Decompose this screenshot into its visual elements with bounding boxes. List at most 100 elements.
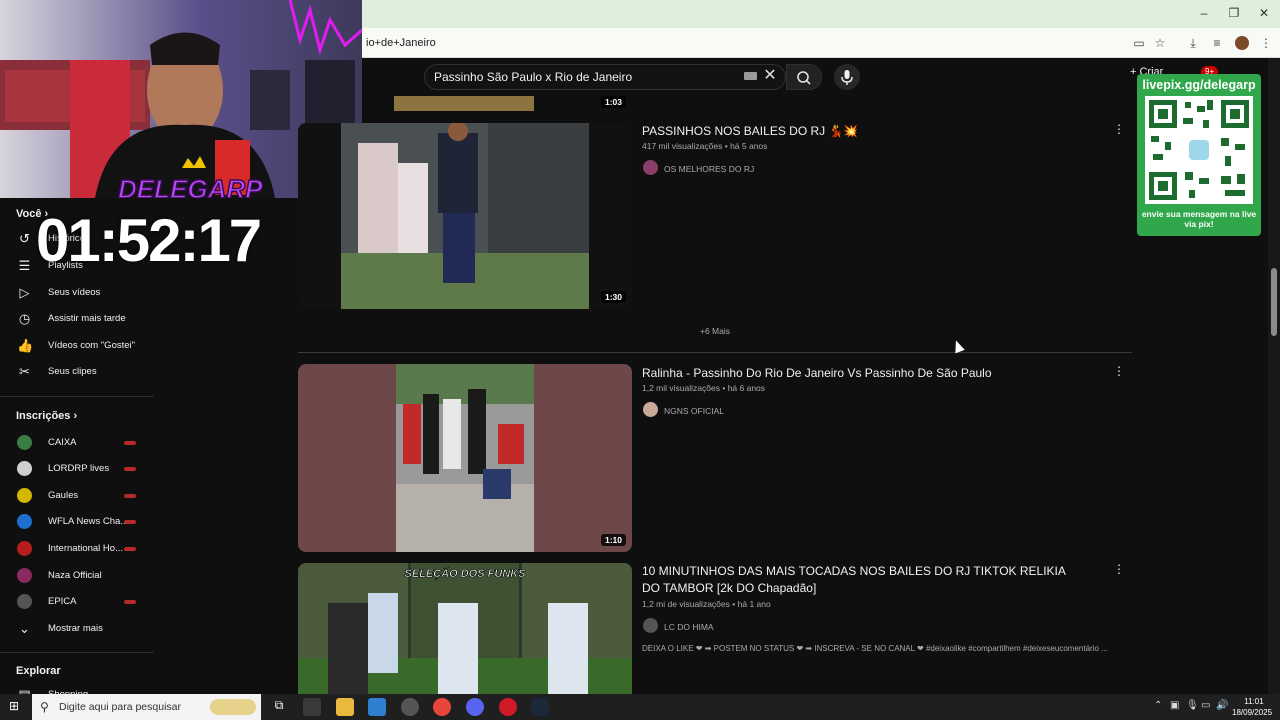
- microphone-icon[interactable]: 🎙: [1186, 700, 1199, 711]
- cast-icon[interactable]: ▭: [1131, 35, 1147, 51]
- sidebar-item-label: LORDRP lives: [48, 463, 110, 474]
- stream-timer: 01:52:17: [36, 207, 262, 274]
- search-icon: [797, 71, 811, 85]
- history-icon: ↺: [19, 231, 30, 246]
- subscription-international[interactable]: International Ho...: [0, 536, 154, 562]
- channel-name-2[interactable]: NGNS OFICIAL: [664, 406, 724, 416]
- streamer-logo: DELEGARP: [118, 174, 263, 198]
- close-window-button[interactable]: ✕: [1257, 6, 1271, 20]
- thumbnail-image: SELEÇÃO DOS FUNKS: [298, 563, 632, 694]
- subscription-caixa[interactable]: CAIXA: [0, 430, 154, 456]
- network-icon[interactable]: ▭: [1201, 700, 1210, 711]
- steam-icon[interactable]: [531, 698, 549, 716]
- view-count: 1,2 mil visualizações: [642, 383, 720, 393]
- sidebar-item-liked-videos[interactable]: 👍 Vídeos com "Gostei": [0, 333, 154, 359]
- video-thumbnail-partial[interactable]: 1:03: [362, 96, 632, 111]
- channel-avatar[interactable]: [643, 402, 658, 417]
- task-view-icon[interactable]: ⧉: [270, 698, 288, 716]
- bookmark-star-icon[interactable]: ☆: [1152, 35, 1168, 51]
- video-title-1[interactable]: PASSINHOS NOS BAILES DO RJ 💃💥: [642, 123, 1082, 140]
- playlists-icon: ☰: [18, 258, 31, 273]
- video-title-3[interactable]: 10 MINUTINHOS DAS MAIS TOCADAS NOS BAILE…: [642, 563, 1082, 597]
- thumbnail-image: [341, 123, 589, 309]
- explore-title: Explorar: [16, 665, 61, 677]
- video-title-2[interactable]: Ralinha - Passinho Do Rio De Janeiro Vs …: [642, 365, 1082, 382]
- live-indicator: [124, 467, 136, 471]
- more-options-icon[interactable]: ⋮: [1113, 122, 1125, 136]
- sidebar-item-label: EPICA: [48, 596, 77, 607]
- sidebar-item-label: WFLA News Cha...: [48, 516, 129, 527]
- url-text[interactable]: io+de+Janeiro: [366, 37, 436, 49]
- subscription-epica[interactable]: EPICA: [0, 589, 154, 615]
- clips-icon: ✂: [19, 364, 30, 379]
- restore-button[interactable]: ❐: [1227, 6, 1241, 20]
- app-icon[interactable]: [499, 698, 517, 716]
- video-thumbnail-3[interactable]: SELEÇÃO DOS FUNKS: [298, 563, 632, 694]
- taskbar-search-placeholder: Digite aqui para pesquisar: [59, 701, 181, 713]
- media-control-icon[interactable]: ≡: [1209, 35, 1225, 51]
- sidebar-divider: [0, 396, 154, 397]
- subscription-gaules[interactable]: Gaules: [0, 483, 154, 509]
- clear-search-icon[interactable]: ✕: [762, 66, 778, 86]
- scrollbar-track[interactable]: [1268, 58, 1280, 694]
- thumbnail-logo-text: SELEÇÃO DOS FUNKS: [404, 567, 526, 580]
- download-icon[interactable]: ⤓: [1185, 35, 1201, 51]
- channel-name-1[interactable]: OS MELHORES DO RJ: [664, 164, 754, 174]
- app-icon[interactable]: [401, 698, 419, 716]
- channel-avatar[interactable]: [643, 618, 658, 633]
- weather-widget-icon[interactable]: [210, 699, 256, 715]
- video-thumbnail-1[interactable]: 1:30: [298, 123, 632, 309]
- calculator-icon[interactable]: [303, 698, 321, 716]
- channel-avatar: [17, 435, 32, 450]
- discord-icon[interactable]: [466, 698, 484, 716]
- live-indicator: [124, 520, 136, 524]
- clock-date[interactable]: 18/09/2025: [1232, 708, 1272, 717]
- sidebar-item-clips[interactable]: ✂ Seus clipes: [0, 359, 154, 385]
- sidebar-item-your-videos[interactable]: ▷ Seus vídeos: [0, 280, 154, 306]
- sidebar-item-label: Naza Official: [48, 570, 102, 581]
- store-icon[interactable]: [368, 698, 386, 716]
- channel-avatar: [17, 461, 32, 476]
- channel-avatar[interactable]: [643, 160, 658, 175]
- search-button[interactable]: [786, 64, 822, 90]
- search-icon: ⚲: [40, 700, 49, 714]
- chrome-icon[interactable]: [433, 698, 451, 716]
- video-thumbnail-2[interactable]: 1:10: [298, 364, 632, 552]
- voice-search-button[interactable]: [834, 64, 860, 90]
- profile-avatar[interactable]: [1235, 36, 1249, 50]
- file-explorer-icon[interactable]: [336, 698, 354, 716]
- like-icon: 👍: [17, 338, 34, 353]
- sidebar-item-label: Seus vídeos: [48, 287, 101, 298]
- meta-separator: •: [722, 383, 726, 393]
- qr-code-icon: [1145, 96, 1253, 204]
- sidebar-item-watch-later[interactable]: ◷ Assistir mais tarde: [0, 306, 154, 332]
- search-query-text[interactable]: Passinho São Paulo x Rio de Janeiro: [434, 70, 632, 84]
- scrollbar-thumb[interactable]: [1271, 268, 1277, 336]
- pix-message: envie sua mensagem na live via pix!: [1141, 209, 1257, 229]
- subscriptions-title[interactable]: Inscrições ›: [16, 410, 77, 422]
- minimize-button[interactable]: –: [1197, 6, 1211, 20]
- browser-menu-icon[interactable]: ⋮: [1258, 35, 1274, 51]
- channel-name-3[interactable]: LC DO HIMA: [664, 622, 714, 632]
- sidebar-item-label: Mostrar mais: [48, 623, 103, 634]
- thumbnail-image: [396, 364, 534, 552]
- upload-age: há 6 anos: [727, 383, 766, 393]
- results-divider: [298, 352, 1132, 353]
- more-options-icon[interactable]: ⋮: [1113, 562, 1125, 576]
- subscription-wfla[interactable]: WFLA News Cha...: [0, 509, 154, 535]
- subscription-lordrp[interactable]: LORDRP lives: [0, 456, 154, 482]
- live-indicator: [124, 494, 136, 498]
- windows-start-icon[interactable]: ⊞: [9, 700, 22, 713]
- keyboard-icon[interactable]: [744, 72, 757, 80]
- tray-app-icon[interactable]: ▣: [1170, 700, 1179, 711]
- subscription-naza[interactable]: Naza Official: [0, 563, 154, 589]
- show-more-button[interactable]: ⌄ Mostrar mais: [0, 616, 154, 642]
- pix-url: livepix.gg/delegarp: [1142, 78, 1256, 92]
- more-results-link[interactable]: +6 Mais: [700, 326, 730, 336]
- live-indicator: [124, 441, 136, 445]
- more-options-icon[interactable]: ⋮: [1113, 364, 1125, 378]
- tray-chevron-icon[interactable]: ⌃: [1154, 700, 1162, 711]
- volume-icon[interactable]: 🔊: [1216, 700, 1228, 711]
- video-description-3: DEIXA O LIKE ❤ ➡ POSTEM NO STATUS ❤ ➡ IN…: [642, 644, 1108, 653]
- clock-time[interactable]: 11:01: [1236, 697, 1272, 706]
